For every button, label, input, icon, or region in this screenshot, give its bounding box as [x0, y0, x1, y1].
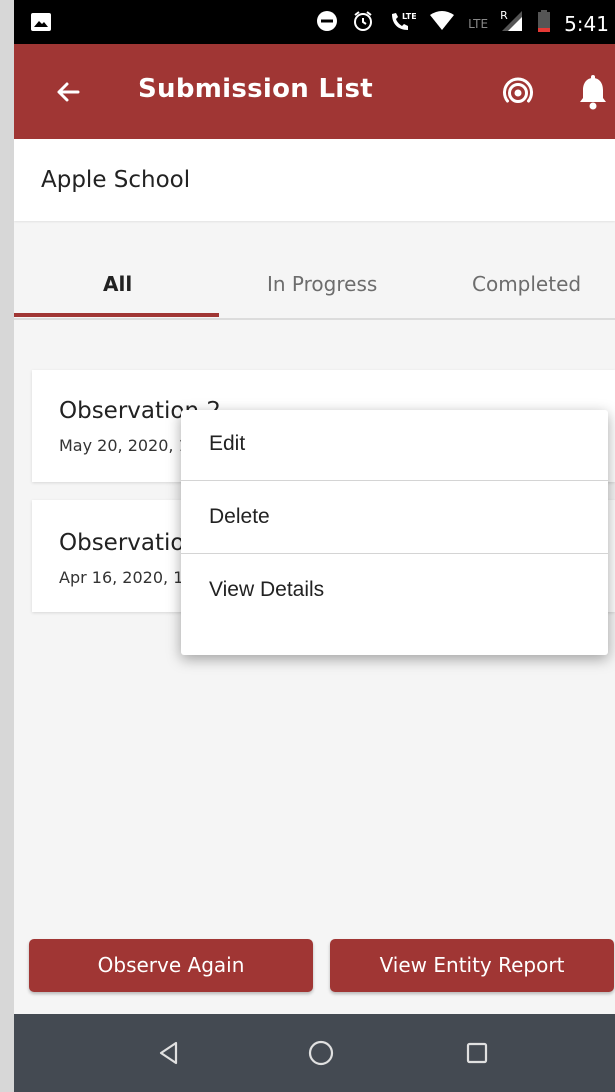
nav-home-button[interactable]	[306, 1038, 336, 1068]
menu-item-edit[interactable]: Edit	[181, 410, 608, 483]
bell-icon	[580, 75, 606, 110]
call-lte-icon: LTE	[388, 10, 417, 37]
tab-bar: All In Progress Completed	[14, 250, 615, 320]
submission-date: May 20, 2020, 1	[59, 436, 189, 455]
recents-square-icon	[466, 1042, 488, 1064]
image-icon	[30, 12, 52, 37]
notification-button[interactable]	[578, 74, 608, 110]
menu-item-label: Edit	[209, 432, 246, 455]
menu-item-label: Delete	[209, 505, 270, 528]
entity-header: Apple School	[14, 139, 615, 221]
svg-text:LTE: LTE	[402, 12, 416, 21]
home-circle-icon	[308, 1040, 334, 1066]
tab-in-progress[interactable]: In Progress	[267, 272, 377, 296]
broadcast-button[interactable]	[501, 76, 535, 110]
entity-name: Apple School	[41, 167, 191, 193]
status-bar: LTE LTE R 5:41	[14, 0, 615, 44]
tab-all[interactable]: All	[103, 272, 132, 296]
lte-indicator: LTE	[468, 16, 489, 31]
broadcast-icon	[503, 77, 533, 103]
status-time: 5:41	[564, 11, 609, 36]
status-icons: LTE LTE R 5:41	[316, 9, 609, 37]
system-nav-bar	[14, 1014, 615, 1092]
dnd-icon	[316, 10, 338, 37]
signal-icon: R	[500, 9, 524, 36]
arrow-left-icon	[57, 82, 80, 102]
context-menu: Edit Delete View Details	[181, 410, 608, 655]
page-title: Submission List	[138, 74, 374, 104]
menu-item-label: View Details	[209, 578, 325, 601]
submission-date: Apr 16, 2020, 1	[59, 568, 184, 587]
view-entity-report-button[interactable]: View Entity Report	[330, 939, 614, 992]
alarm-icon	[352, 10, 374, 37]
app-bar: Submission List	[14, 44, 615, 139]
menu-divider	[181, 553, 608, 554]
back-triangle-icon	[159, 1041, 178, 1065]
nav-back-button[interactable]	[154, 1038, 184, 1068]
back-button[interactable]	[50, 74, 86, 110]
battery-icon	[538, 10, 551, 37]
tab-completed[interactable]: Completed	[472, 272, 581, 296]
observe-again-button[interactable]: Observe Again	[29, 939, 313, 992]
menu-divider	[181, 480, 608, 481]
wifi-icon	[430, 11, 455, 36]
menu-item-delete[interactable]: Delete	[181, 483, 608, 556]
menu-item-view-details[interactable]: View Details	[181, 556, 608, 629]
roaming-indicator: R	[500, 9, 508, 22]
nav-recents-button[interactable]	[462, 1038, 492, 1068]
tab-indicator	[14, 313, 219, 317]
submission-title: Observation	[59, 530, 200, 556]
phone-screen: LTE LTE R 5:41 Submission List Apple Sch…	[14, 0, 615, 1092]
